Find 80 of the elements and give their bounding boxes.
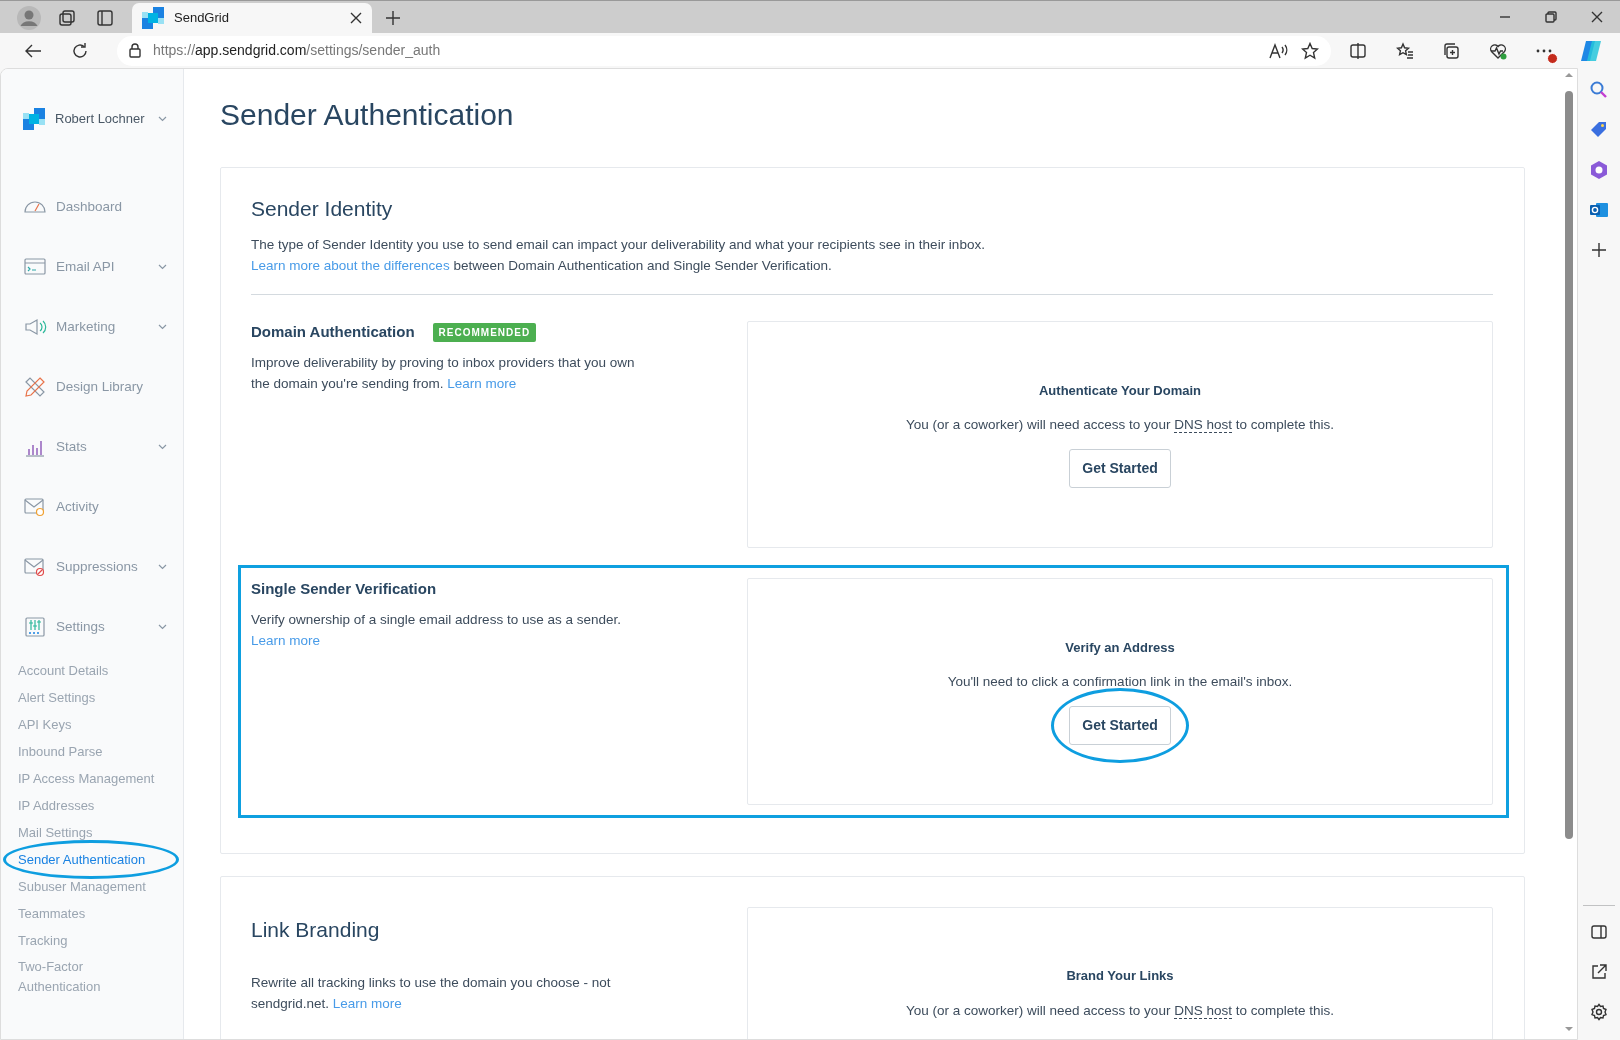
panel-title: Authenticate Your Domain	[1038, 381, 1201, 400]
scrollbar-thumb[interactable]	[1565, 91, 1573, 839]
refresh-icon[interactable]	[70, 41, 89, 60]
section-title: Link Branding	[251, 917, 381, 943]
sidebar-item[interactable]: Stats	[1, 417, 183, 477]
sidebar-item[interactable]: Dashboard	[1, 177, 183, 237]
external-link-icon[interactable]	[1590, 963, 1608, 981]
sidebar-panel-icon[interactable]	[1590, 923, 1608, 941]
get-started-button[interactable]: Get Started	[1069, 449, 1171, 489]
copilot-icon[interactable]	[1578, 38, 1603, 63]
collections-icon[interactable]	[1442, 41, 1461, 60]
mail-app-icon[interactable]	[1589, 200, 1609, 220]
avatar-icon[interactable]	[17, 6, 41, 30]
sidebar-link[interactable]: Sender Authentication	[1, 846, 146, 873]
sidebar-link[interactable]: IP Addresses	[1, 792, 95, 819]
section-title: Sender Identity	[251, 196, 394, 222]
sidebar-link[interactable]: Alert Settings	[1, 684, 96, 711]
search-icon[interactable]	[1589, 80, 1609, 100]
sidebar-item[interactable]: Activity	[1, 477, 183, 537]
sliders-icon	[23, 615, 47, 639]
learn-more-link[interactable]: Learn more	[332, 996, 402, 1012]
url-text: https://app.sendgrid.com/settings/sender_auth	[153, 41, 442, 60]
close-icon[interactable]	[350, 12, 362, 24]
pencil-ruler-icon	[23, 375, 47, 399]
recommended-badge: RECOMMENDED	[432, 322, 537, 342]
plus-icon[interactable]	[1589, 240, 1609, 260]
logo-icon	[142, 7, 164, 29]
sidebar-link[interactable]: API Keys	[1, 711, 72, 738]
settings-icon[interactable]	[1590, 1003, 1608, 1021]
panel-description: You (or a coworker) will need access to your DNS host to complete this.	[906, 1001, 1334, 1021]
sidebar-link[interactable]: Teammates	[1, 900, 86, 927]
sidebar-link[interactable]: IP Access Management	[1, 765, 155, 792]
sidebar-item[interactable]: Marketing	[1, 297, 183, 357]
tab-actions-icon[interactable]	[96, 9, 114, 27]
sidebar-item[interactable]: Settings	[1, 597, 183, 657]
row-description: Rewrite all tracking links to use the domain you choose - not sendgrid.net. Learn more	[251, 974, 612, 1014]
learn-more-link[interactable]: Learn more	[251, 632, 321, 648]
panel-title: Brand Your Links	[1066, 967, 1174, 986]
address-bar[interactable]: https://app.sendgrid.com/settings/sender_auth	[117, 35, 1331, 66]
sidebar-link[interactable]: Mail Settings	[1, 819, 93, 846]
back-icon[interactable]	[24, 42, 43, 59]
logo-icon	[23, 108, 45, 130]
panel-title: Verify an Address	[1065, 638, 1175, 657]
close-icon[interactable]	[1591, 11, 1603, 23]
lock-icon	[129, 43, 141, 58]
get-started-button[interactable]: Get Started	[1069, 706, 1171, 746]
mail-blocked-icon	[23, 555, 47, 579]
read-aloud-icon[interactable]	[1269, 42, 1289, 59]
favorites-icon[interactable]	[1395, 41, 1414, 60]
panel-description: You (or a coworker) will need access to your DNS host to complete this.	[906, 416, 1334, 436]
sidebar-link[interactable]: Account Details	[1, 657, 109, 684]
sidebar-link[interactable]: Two-Factor Authentication	[1, 957, 141, 997]
sidebar-link[interactable]: Tracking	[1, 927, 68, 954]
account-name[interactable]: Robert Lochner	[55, 109, 148, 129]
row-title: Single Sender Verification	[251, 579, 437, 600]
sidebar-item[interactable]: Email API	[1, 237, 183, 297]
sidebar-link[interactable]: Subuser Management	[1, 873, 146, 900]
new-tab-icon[interactable]	[385, 10, 401, 26]
sidebar-link[interactable]: Inbound Parse	[1, 738, 103, 765]
panel-description: You'll need to click a confirmation link in the email's inbox.	[947, 673, 1293, 692]
section-description: Learn more about the differences between Domain Authentication and Single Sender Verification.	[251, 257, 833, 276]
star-icon[interactable]	[1301, 41, 1319, 60]
restore-icon[interactable]	[1545, 11, 1557, 23]
sidebar-item[interactable]: Suppressions	[1, 537, 183, 597]
learn-more-link[interactable]: Learn more	[447, 375, 517, 391]
learn-more-link[interactable]: Learn more about the differences	[251, 258, 450, 274]
browser-tab[interactable]: SendGrid	[132, 3, 372, 33]
row-description: Improve deliverability by proving to inbox providers that you own the domain you're sending from. Learn more	[251, 353, 636, 393]
split-screen-icon[interactable]	[1349, 41, 1368, 60]
workspaces-icon[interactable]	[58, 9, 76, 27]
hexagon-icon[interactable]	[1589, 160, 1609, 180]
chevron-down-icon	[158, 116, 167, 122]
sidebar-item[interactable]: Design Library	[1, 357, 183, 417]
section-description: The type of Sender Identity you use to send email can impact your deliverability and what your recipients see in their inbox.	[251, 236, 986, 255]
heart-pulse-icon[interactable]	[1488, 41, 1507, 60]
row-title: Domain Authentication	[251, 322, 415, 343]
row-description: Verify ownership of a single email address to use as a sender. Learn more	[251, 610, 622, 650]
page-title: Sender Authentication	[220, 97, 515, 133]
tag-icon[interactable]	[1589, 120, 1609, 140]
mail-search-icon	[23, 495, 47, 519]
